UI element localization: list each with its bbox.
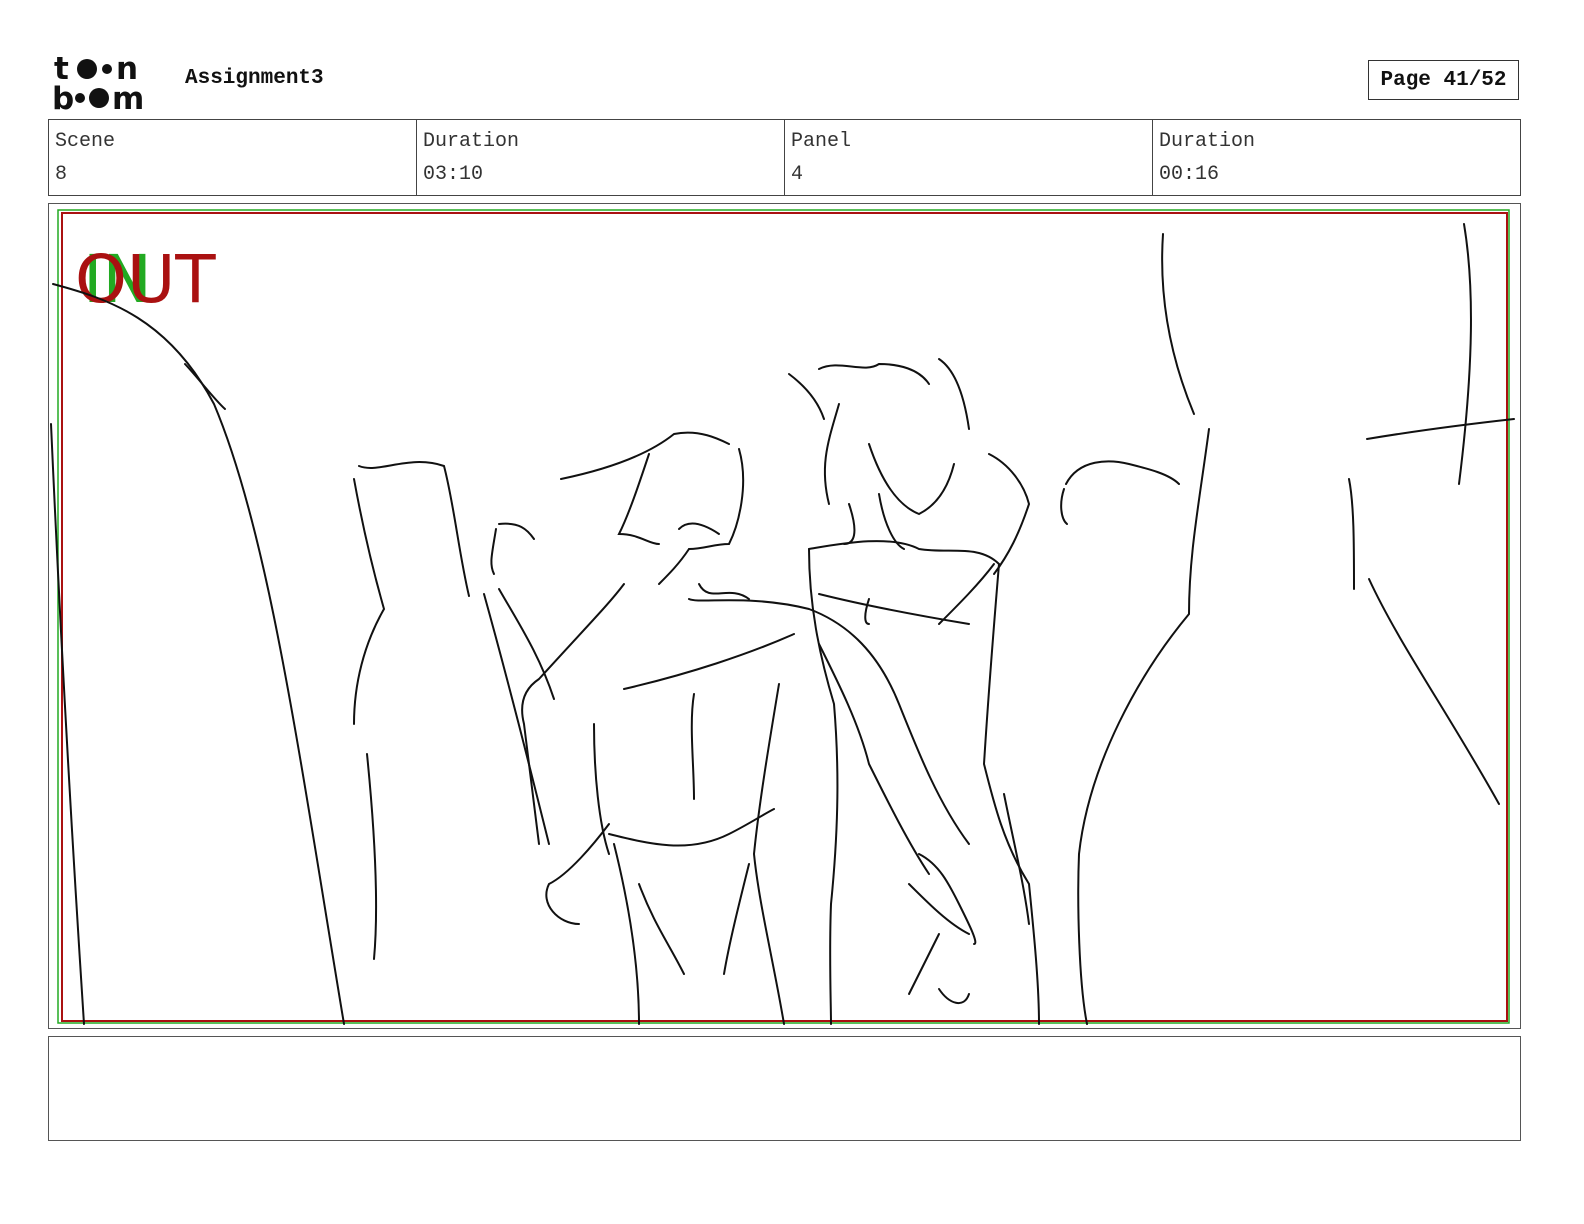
scene-label: Scene	[55, 130, 116, 153]
panel-value: 4	[791, 163, 804, 186]
panel-duration-value: 00:16	[1159, 163, 1220, 186]
panel-duration-label: Duration	[1159, 130, 1256, 153]
page-number: Page 41/52	[1368, 60, 1519, 100]
scene-cell: Scene 8	[49, 120, 417, 195]
scene-duration-label: Duration	[423, 130, 520, 153]
toonboom-logo-icon: t n b m	[52, 51, 144, 112]
project-title: Assignment3	[185, 67, 324, 90]
svg-text:b: b	[52, 81, 74, 112]
scene-duration-value: 03:10	[423, 163, 484, 186]
panel-label: Panel	[791, 130, 852, 153]
scene-duration-cell: Duration 03:10	[417, 120, 785, 195]
svg-text:m: m	[112, 81, 144, 112]
panel-sketch-image: IN OUT	[50, 209, 1515, 1025]
panel-cell: Panel 4	[785, 120, 1153, 195]
out-marker: OUT	[75, 241, 216, 318]
scene-info-table: Scene 8 Duration 03:10 Panel 4 Duration …	[48, 119, 1521, 196]
storyboard-panel: IN OUT	[48, 203, 1521, 1029]
scene-value: 8	[55, 163, 68, 186]
panel-duration-cell: Duration 00:16	[1153, 120, 1520, 195]
panel-notes-box	[48, 1036, 1521, 1141]
